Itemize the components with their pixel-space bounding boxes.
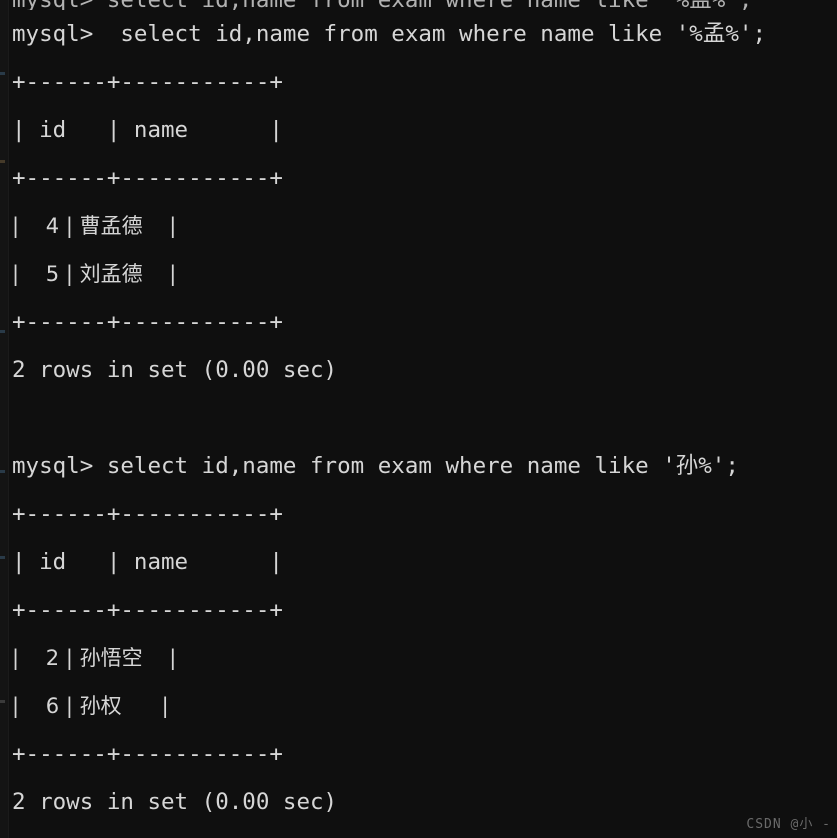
table-row: | 4 | 曹孟德 | [12, 214, 177, 238]
terminal-screen: mysql> select id,name from exam where na… [0, 0, 837, 838]
terminal-output[interactable]: mysql> select id,name from exam where na… [0, 0, 837, 838]
table-row: | 6 | 孙权 | [12, 694, 169, 718]
table-border-mid: +------+-----------+ [12, 165, 283, 191]
clipped-previous-line: mysql> select id,name from exam where na… [12, 0, 837, 10]
table-border-mid: +------+-----------+ [12, 597, 283, 623]
table-row: | 5 | 刘孟德 | [12, 262, 177, 286]
table-header-row: | id | name | [12, 117, 283, 143]
command-line[interactable]: mysql> select id,name from exam where na… [12, 442, 837, 490]
command-line[interactable]: mysql> select id,name from exam where na… [12, 10, 837, 58]
result-status: 2 rows in set (0.00 sec) [12, 789, 338, 815]
table-border-bottom: +------+-----------+ [12, 309, 283, 335]
table-row: | 2 | 孙悟空 | [12, 646, 177, 670]
result-status: 2 rows in set (0.00 sec) [12, 357, 338, 383]
table-header-row: | id | name | [12, 549, 283, 575]
table-border-top: +------+-----------+ [12, 501, 283, 527]
table-border-top: +------+-----------+ [12, 69, 283, 95]
table-border-bottom: +------+-----------+ [12, 741, 283, 767]
csdn-watermark: CSDN @小 - [746, 817, 831, 832]
